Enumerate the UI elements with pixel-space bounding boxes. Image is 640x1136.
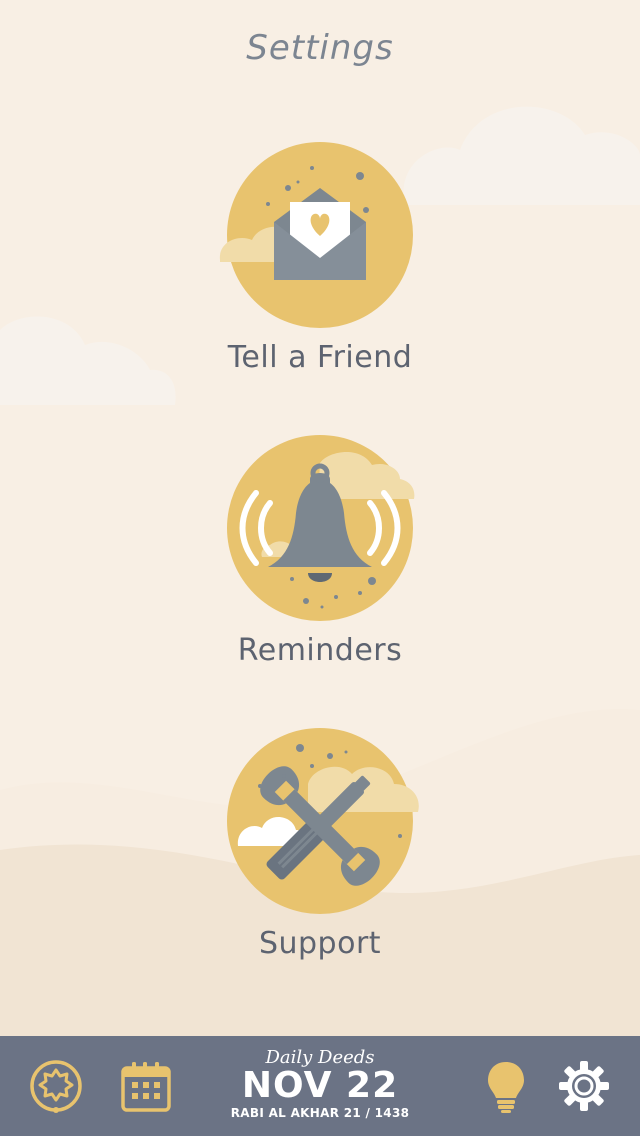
menu-label: Support <box>258 926 382 961</box>
today-date-display[interactable]: Daily Deeds NOV 22 RABI AL AKHAR 21 / 14… <box>215 1044 425 1136</box>
support-button[interactable]: Support <box>200 726 440 976</box>
calendar-icon <box>121 1062 171 1112</box>
envelope-heart-icon <box>219 142 413 328</box>
page-title: Settings <box>246 28 394 68</box>
tab-calendar[interactable] <box>118 1058 174 1114</box>
gregorian-date: NOV 22 <box>241 1065 399 1106</box>
reminders-button[interactable]: Reminders <box>200 433 440 683</box>
lightbulb-icon <box>488 1062 524 1113</box>
tell-a-friend-button[interactable]: Tell a Friend <box>200 140 440 390</box>
wrench-screwdriver-icon <box>227 728 419 914</box>
gear-icon <box>559 1061 609 1111</box>
tab-settings[interactable] <box>556 1058 612 1114</box>
menu-label: Tell a Friend <box>227 340 413 375</box>
bell-icon <box>227 435 415 621</box>
tab-deeds[interactable] <box>28 1058 84 1114</box>
bottom-tab-bar: Daily Deeds NOV 22 RABI AL AKHAR 21 / 14… <box>0 1036 640 1136</box>
hijri-date: RABI AL AKHAR 21 / 1438 <box>230 1106 410 1120</box>
tab-tips[interactable] <box>478 1058 534 1114</box>
badge-icon <box>30 1060 82 1113</box>
menu-label: Reminders <box>237 633 403 668</box>
